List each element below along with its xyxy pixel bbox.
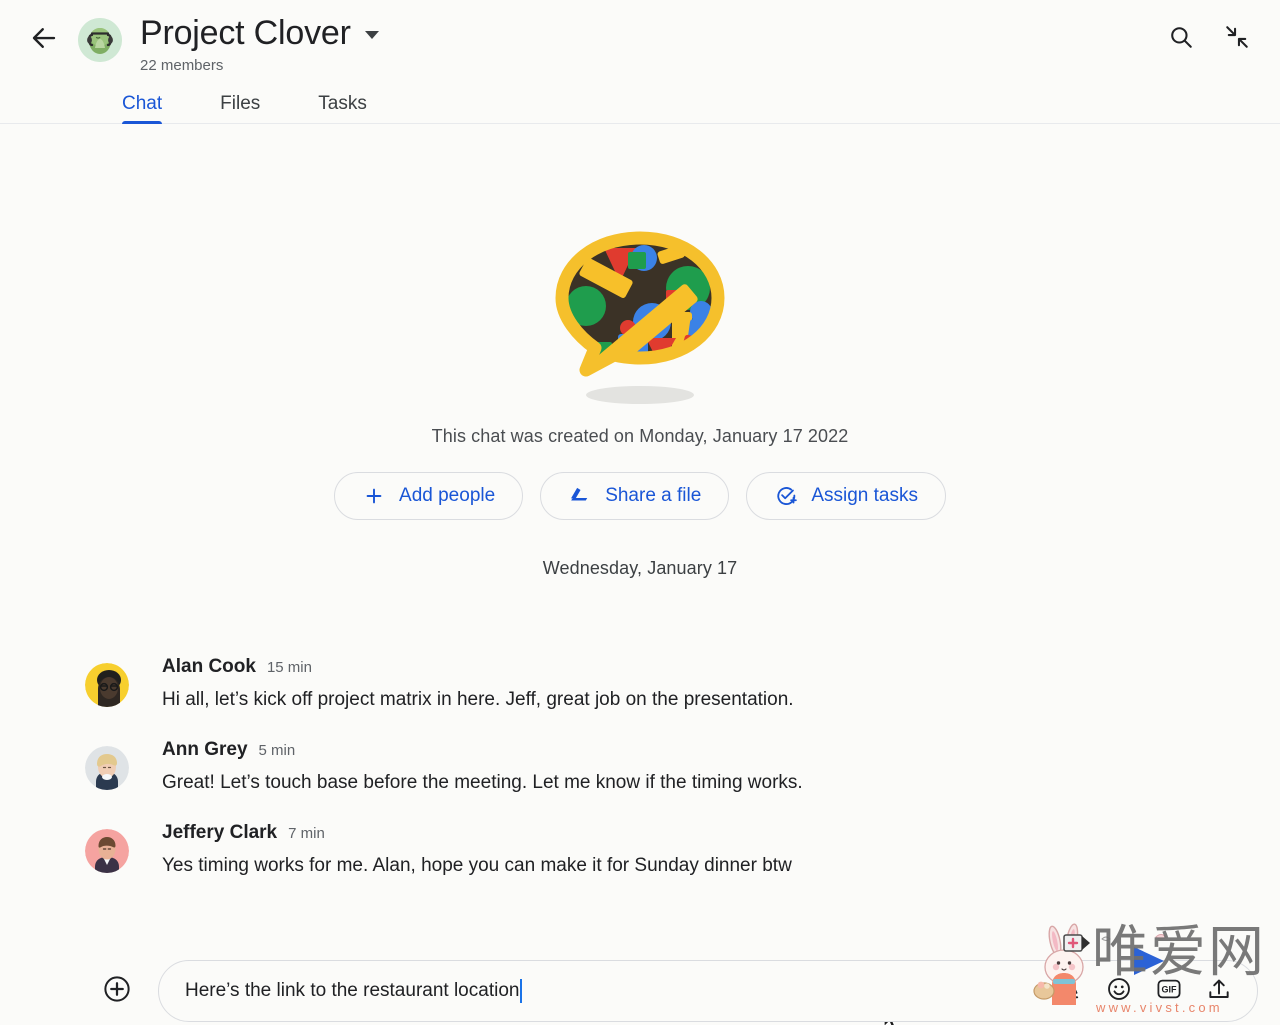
room-avatar-image (78, 18, 122, 62)
gif-button[interactable]: GIF (1155, 977, 1183, 1005)
room-avatar[interactable] (78, 18, 122, 62)
chevron-down-icon[interactable] (364, 31, 379, 39)
message-text: Hi all, let’s kick off project matrix in… (162, 689, 794, 710)
day-divider: Wednesday, January 17 (542, 558, 738, 578)
task-add-icon (774, 484, 798, 508)
chat-content: This chat was created on Monday, January… (0, 124, 1280, 1025)
message-input[interactable]: Here’s the link to the restaurant locati… (185, 979, 1037, 1003)
gif-icon: GIF (1156, 976, 1182, 1007)
ann-grey-avatar[interactable] (85, 746, 129, 790)
message-time: 7 min (288, 825, 325, 842)
google-drive-icon (568, 484, 592, 508)
message-item[interactable]: Alan Cook 15 min Hi all, let’s kick off … (85, 655, 1280, 713)
jeffery-clark-avatar[interactable] (85, 829, 129, 873)
assign-tasks-button[interactable]: Assign tasks (746, 472, 946, 520)
collapse-arrows-icon (1224, 24, 1250, 55)
message-text: Great! Let’s touch base before the meeti… (162, 772, 803, 793)
message-author: Alan Cook (162, 656, 256, 677)
search-icon (1168, 24, 1194, 55)
member-count: 22 members (140, 57, 224, 74)
message-item[interactable]: Jeffery Clark 7 min Yes timing works for… (85, 821, 1280, 879)
compose-tools: GIF (1055, 977, 1233, 1005)
message-time: 15 min (266, 659, 312, 676)
chat-created-text: This chat was created on Monday, January… (431, 426, 849, 446)
collapse-button[interactable] (1216, 18, 1258, 60)
search-button[interactable] (1160, 18, 1202, 60)
message-input-value: Here’s the link to the restaurant locati… (185, 980, 520, 1001)
tab-bar: Chat Files Tasks (0, 82, 1280, 125)
header-top-row: Project Clover 22 members (0, 0, 1280, 82)
message-body: Jeffery Clark 7 min Yes timing works for… (162, 821, 1280, 879)
format-text-icon (1057, 976, 1082, 1006)
chat-bubble-shapes-illustration (540, 230, 740, 408)
message-text: Yes timing works for me. Alan, hope you … (162, 855, 792, 876)
message-header: Alan Cook 15 min (162, 655, 1280, 680)
plus-circle-icon (102, 974, 132, 1009)
message-author: Jeffery Clark (162, 822, 278, 843)
message-author: Ann Grey (162, 739, 248, 760)
message-header: Ann Grey 5 min (162, 738, 1280, 763)
tab-files[interactable]: Files (220, 93, 260, 124)
upload-button[interactable] (1205, 977, 1233, 1005)
back-button[interactable] (22, 18, 66, 62)
share-file-button[interactable]: Share a file (540, 472, 730, 520)
message-header: Jeffery Clark 7 min (162, 821, 1280, 846)
text-cursor (520, 979, 523, 1003)
message-item[interactable]: Ann Grey 5 min Great! Let’s touch base b… (85, 738, 1280, 796)
add-attachment-button[interactable] (100, 974, 134, 1008)
assign-tasks-label: Assign tasks (811, 485, 918, 506)
plus-icon (362, 484, 386, 508)
add-people-button[interactable]: Add people (334, 472, 524, 520)
message-time: 5 min (258, 742, 296, 759)
add-people-label: Add people (399, 485, 496, 506)
tab-tasks[interactable]: Tasks (318, 93, 367, 124)
header-actions (1160, 18, 1258, 60)
chat-intro: This chat was created on Monday, January… (0, 124, 1280, 579)
svg-text:GIF: GIF (1162, 984, 1178, 994)
message-body: Alan Cook 15 min Hi all, let’s kick off … (162, 655, 1280, 713)
compose-bar: Here’s the link to the restaurant locati… (0, 960, 1280, 1022)
emoji-icon (1106, 976, 1132, 1007)
alan-cook-avatar[interactable] (85, 663, 129, 707)
title-row[interactable]: Project Clover (140, 12, 1258, 54)
page-title: Project Clover (140, 14, 351, 52)
emoji-button[interactable] (1105, 977, 1133, 1005)
share-file-label: Share a file (605, 485, 702, 506)
tab-chat[interactable]: Chat (122, 93, 163, 125)
upload-icon (1206, 976, 1232, 1007)
arrow-left-icon (29, 23, 59, 58)
message-input-box[interactable]: Here’s the link to the restaurant locati… (158, 960, 1258, 1022)
quick-actions: Add people Share a file Assign tasks (334, 472, 946, 520)
format-text-button[interactable] (1055, 977, 1083, 1005)
chat-header: Project Clover 22 members Chat Files Tas… (0, 0, 1280, 125)
message-body: Ann Grey 5 min Great! Let’s touch base b… (162, 738, 1280, 796)
title-block: Project Clover 22 members (140, 14, 1258, 76)
message-list: Alan Cook 15 min Hi all, let’s kick off … (0, 655, 1280, 879)
